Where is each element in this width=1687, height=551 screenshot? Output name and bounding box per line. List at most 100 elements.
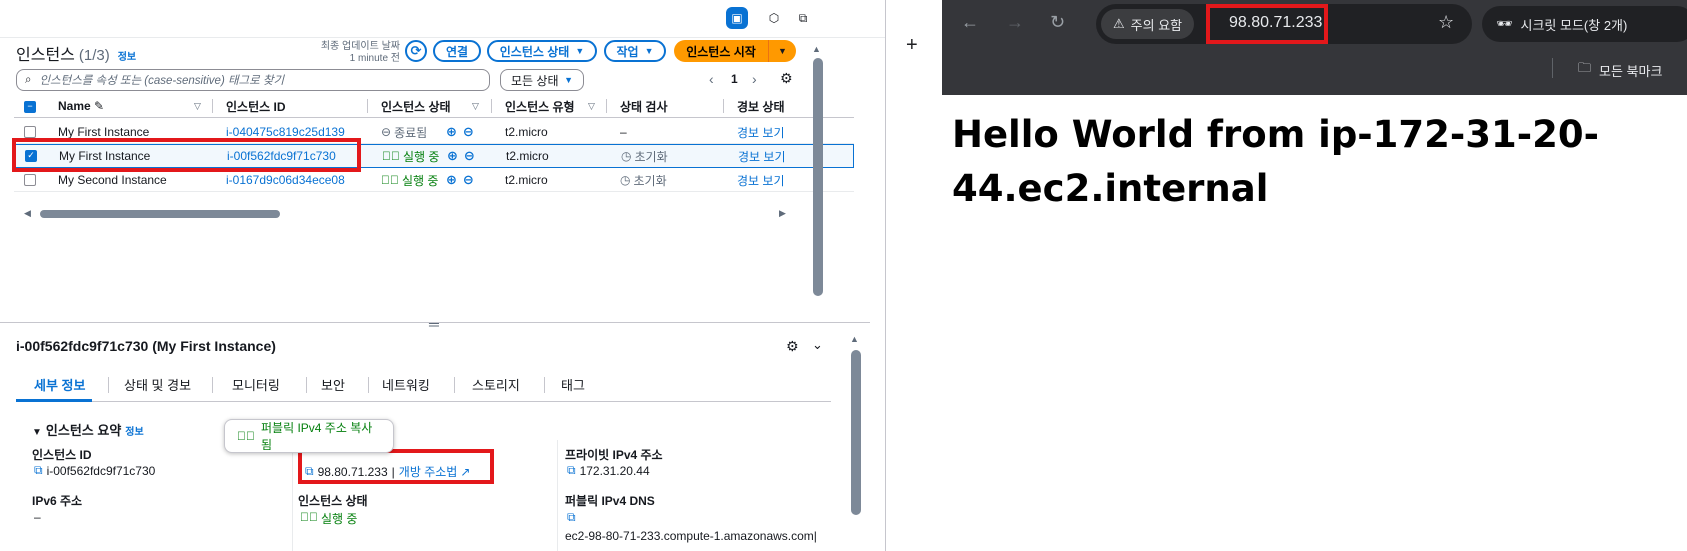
tab-monitoring[interactable]: 모니터링 bbox=[232, 370, 280, 398]
connect-label: 연결 bbox=[445, 44, 469, 59]
page-number[interactable]: 1 bbox=[731, 72, 738, 86]
settings-hex-icon[interactable]: ⬡ bbox=[763, 7, 785, 29]
copy-icon[interactable]: ⧉ bbox=[34, 463, 43, 478]
sort-caret-icon[interactable]: ▽ bbox=[472, 101, 479, 112]
column-divider bbox=[292, 440, 293, 551]
resize-handle-icon[interactable]: ═ bbox=[429, 316, 439, 332]
instance-id-text: i-00f562fdc9f71c730 bbox=[46, 463, 156, 478]
zoom-out-icon[interactable]: ⊖ bbox=[464, 148, 475, 164]
row-alarm-link[interactable]: 경보 보기 bbox=[737, 120, 785, 144]
instance-state-button[interactable]: 인스턴스 상태 ▼ bbox=[487, 40, 597, 62]
running-check-icon: ✓⃝ bbox=[382, 149, 400, 163]
zoom-in-icon[interactable]: ⊕ bbox=[446, 124, 457, 140]
actions-button[interactable]: 작업 ▼ bbox=[604, 40, 666, 62]
new-tab-plus-icon[interactable]: + bbox=[906, 34, 918, 57]
row-checkbox[interactable] bbox=[24, 126, 36, 138]
selection-count: (1/3) bbox=[78, 47, 110, 64]
bookmark-star-icon[interactable]: ☆ bbox=[1438, 12, 1454, 33]
state-filter-select[interactable]: 모든 상태 ▼ bbox=[500, 69, 584, 91]
info-link[interactable]: 정보 bbox=[118, 48, 136, 63]
back-icon[interactable]: ← bbox=[961, 12, 979, 33]
zoom-out-icon[interactable]: ⊖ bbox=[463, 124, 474, 140]
row-type: t2.micro bbox=[505, 173, 548, 187]
zoom-in-icon[interactable]: ⊕ bbox=[446, 172, 457, 188]
detail-tabs: 세부 정보 상태 및 경보 모니터링 보안 네트워킹 스토리지 태그 bbox=[16, 370, 831, 402]
row-checkbox[interactable] bbox=[24, 174, 36, 186]
state-filter-value: 모든 상태 bbox=[511, 73, 559, 88]
instance-search-input[interactable]: ⌕ 인스턴스를 속성 또는 (case-sensitive) 태그로 찾기 bbox=[16, 69, 490, 91]
incognito-text: 시크릿 모드(창 2개) bbox=[1520, 17, 1628, 33]
screen-share-icon[interactable]: ⧉ bbox=[792, 7, 814, 29]
connect-button[interactable]: 연결 bbox=[433, 40, 481, 62]
sort-caret-icon[interactable]: ▽ bbox=[194, 101, 201, 112]
tab-tags[interactable]: 태그 bbox=[561, 370, 585, 398]
scroll-up-icon[interactable]: ▲ bbox=[812, 44, 821, 54]
scroll-right-icon[interactable]: ▶ bbox=[779, 208, 786, 219]
security-warning-chip[interactable]: ⚠ 주의 요함 bbox=[1101, 9, 1195, 39]
incognito-badge[interactable]: 🕶 시크릿 모드(창 2개) bbox=[1482, 6, 1687, 42]
col-instance-type[interactable]: 인스턴스 유형 bbox=[505, 96, 575, 116]
col-instance-id[interactable]: 인스턴스 ID bbox=[226, 96, 286, 116]
column-divider bbox=[557, 440, 558, 551]
collapse-chevron-icon[interactable]: ⌄ bbox=[812, 337, 823, 353]
sort-caret-icon[interactable]: ▽ bbox=[588, 101, 595, 112]
tab-networking[interactable]: 네트워킹 bbox=[382, 370, 430, 398]
col-name[interactable]: Name ✎ bbox=[58, 96, 104, 116]
tab-divider bbox=[306, 377, 307, 393]
reload-icon[interactable]: ↻ bbox=[1050, 12, 1065, 33]
running-check-icon: ✓⃝ bbox=[300, 510, 318, 524]
horizontal-scrollbar-thumb[interactable] bbox=[40, 210, 280, 218]
actions-label: 작업 bbox=[616, 44, 639, 59]
row-alarm-link[interactable]: 경보 보기 bbox=[738, 144, 786, 168]
page-header: 인스턴스 (1/3) 정보 bbox=[16, 41, 136, 65]
all-bookmarks[interactable]: 🗀 모든 북마크 bbox=[1578, 59, 1662, 81]
last-updated-label: 최종 업데이트 날짜 bbox=[320, 41, 400, 52]
search-placeholder: 인스턴스를 속성 또는 (case-sensitive) 태그로 찾기 bbox=[39, 75, 285, 87]
column-divider bbox=[723, 99, 724, 113]
vertical-scrollbar-track[interactable] bbox=[813, 58, 823, 296]
forward-icon[interactable]: → bbox=[1006, 12, 1024, 33]
incognito-icon: 🕶 bbox=[1496, 16, 1513, 31]
prev-page-icon[interactable]: ‹ bbox=[709, 71, 714, 87]
panel-layout-icon[interactable]: ▣ bbox=[726, 7, 748, 29]
annotation-highlight-public-ip bbox=[298, 449, 494, 484]
detail-scrollbar-track[interactable] bbox=[851, 350, 861, 515]
toolbar-divider bbox=[1552, 58, 1553, 78]
launch-instance-button[interactable]: 인스턴스 시작 bbox=[674, 40, 768, 62]
expand-triangle-icon: ▼ bbox=[32, 427, 42, 438]
zoom-in-icon[interactable]: ⊕ bbox=[447, 148, 458, 164]
col-instance-state[interactable]: 인스턴스 상태 bbox=[381, 96, 451, 116]
copy-icon[interactable]: ⧉ bbox=[567, 510, 580, 525]
tab-security[interactable]: 보안 bbox=[321, 370, 345, 398]
side-strip: + bbox=[886, 0, 942, 551]
detail-gear-icon[interactable]: ⚙ bbox=[786, 338, 799, 355]
public-dns-value: ec2-98-80-71-233.compute-1.amazonaws.com… bbox=[565, 529, 817, 543]
annotation-highlight-row bbox=[12, 138, 361, 172]
row-status-check: – bbox=[620, 125, 627, 139]
column-divider bbox=[367, 99, 368, 113]
tab-storage[interactable]: 스토리지 bbox=[472, 370, 520, 398]
aws-console-pane: ▣ ⬡ ⧉ 인스턴스 (1/3) 정보 최종 업데이트 날짜 1 minute … bbox=[0, 0, 886, 551]
last-updated: 최종 업데이트 날짜 1 minute 전 bbox=[300, 41, 400, 65]
scroll-left-icon[interactable]: ◀ bbox=[24, 208, 31, 219]
row-alarm-link[interactable]: 경보 보기 bbox=[737, 168, 785, 192]
launch-dropdown-button[interactable]: ▼ bbox=[768, 40, 796, 62]
col-alarm-status[interactable]: 경보 상태 bbox=[737, 96, 785, 116]
summary-info-link[interactable]: 정보 bbox=[125, 423, 143, 438]
select-all-checkbox[interactable]: − bbox=[24, 101, 36, 113]
refresh-button[interactable]: ⟳ bbox=[405, 40, 427, 62]
table-settings-gear-icon[interactable]: ⚙ bbox=[780, 70, 793, 87]
instance-summary-header[interactable]: ▼ 인스턴스 요약 정보 bbox=[32, 420, 144, 439]
vertical-scrollbar-thumb[interactable] bbox=[813, 58, 823, 296]
detail-scrollbar-thumb[interactable] bbox=[851, 350, 861, 515]
tab-details[interactable]: 세부 정보 bbox=[34, 370, 85, 398]
next-page-icon[interactable]: › bbox=[752, 71, 757, 87]
tab-status-alarms[interactable]: 상태 및 경보 bbox=[124, 370, 191, 398]
col-status-check[interactable]: 상태 검사 bbox=[620, 96, 668, 116]
scroll-up-icon[interactable]: ▲ bbox=[850, 334, 859, 344]
table-header: − Name ✎ ▽ 인스턴스 ID 인스턴스 상태 ▽ 인스턴스 유형 ▽ 상… bbox=[14, 96, 854, 118]
toast-text: 퍼블릭 IPv4 주소 복사됨 bbox=[261, 421, 373, 452]
zoom-out-icon[interactable]: ⊖ bbox=[463, 172, 474, 188]
instance-state-text: 실행 중 bbox=[321, 512, 358, 526]
copy-icon[interactable]: ⧉ bbox=[567, 463, 576, 478]
